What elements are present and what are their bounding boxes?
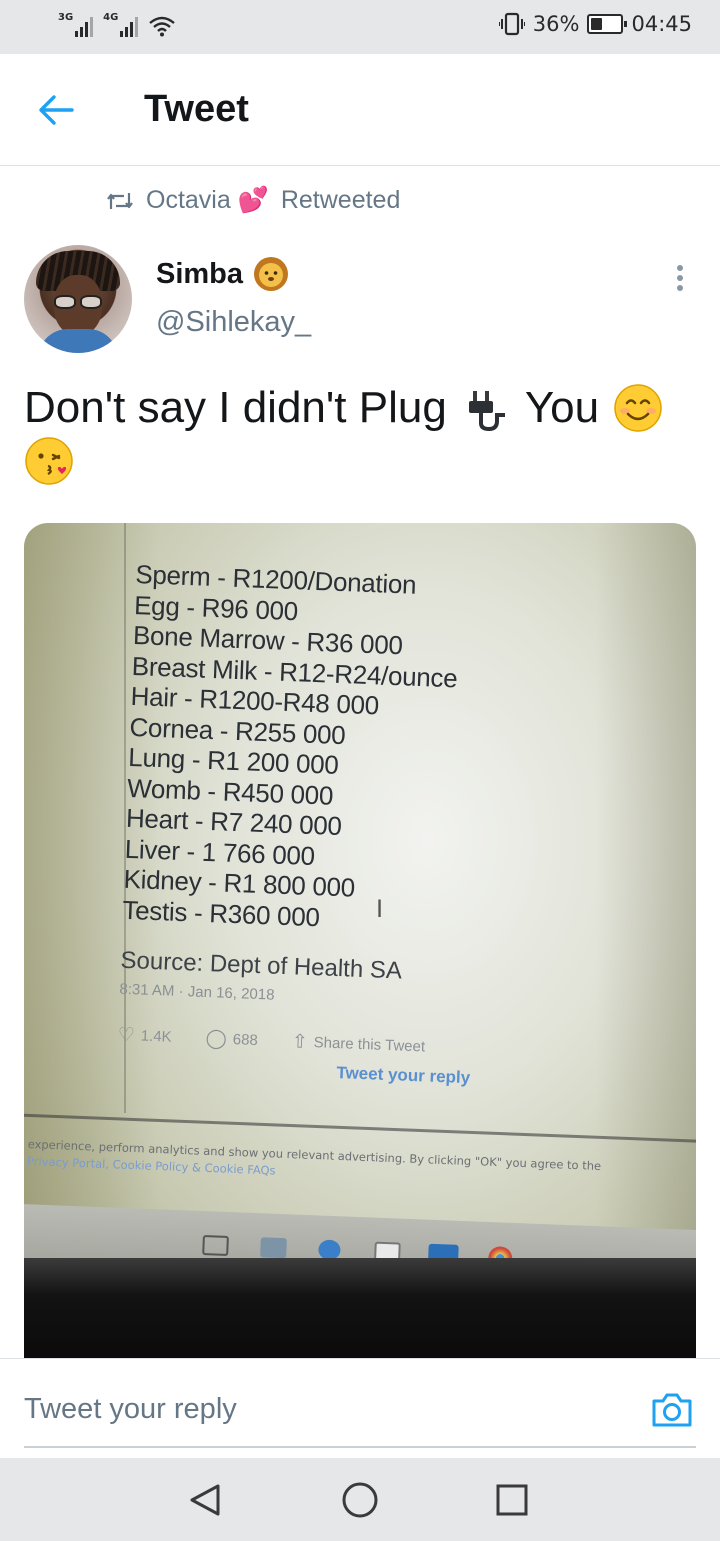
kissing-face-emoji [25, 437, 73, 485]
retweeted-by: Octavia 💕 [146, 186, 269, 214]
wifi-icon [149, 16, 176, 37]
avatar[interactable] [24, 245, 132, 353]
share-icon: ⇧ [291, 1031, 309, 1053]
app-header: Tweet [0, 54, 720, 166]
network-indicators: 3G 4G [58, 13, 176, 37]
network-type-label: 4G [103, 12, 119, 23]
lion-face-emoji [254, 257, 289, 291]
author-name-row[interactable]: Simba [156, 256, 289, 292]
smiling-face-emoji [614, 384, 662, 432]
status-bar: 3G 4G 36% 04:45 [0, 0, 720, 54]
photo-replies: ◯ 688 [205, 1028, 259, 1050]
page-title: Tweet [144, 88, 249, 130]
comment-icon: ◯ [205, 1028, 228, 1050]
signal-3g: 3G [58, 12, 94, 37]
vibrate-icon [498, 12, 525, 36]
tweet-text-part2: You [524, 383, 600, 432]
tweet-media-photo[interactable]: Sperm - R1200/Donation Egg - R96 000 Bone … [24, 523, 696, 1358]
retweet-context[interactable]: Octavia 💕 Retweeted [106, 186, 400, 215]
tweet-text: Don't say I didn't Plug You [24, 380, 700, 486]
nav-recents-icon[interactable] [490, 1478, 534, 1522]
heart-icon: ♡ [117, 1024, 136, 1047]
status-right: 36% 04:45 [498, 12, 692, 36]
photo-likes: ♡ 1.4K [117, 1024, 172, 1047]
retweeted-label: Retweeted [280, 186, 401, 214]
back-arrow-icon[interactable] [34, 90, 78, 130]
signal-4g: 4G [103, 12, 139, 37]
nav-back-icon[interactable] [184, 1478, 228, 1522]
price-list: Sperm - R1200/Donation Egg - R96 000 Bone … [122, 559, 596, 942]
network-type-label: 3G [58, 12, 74, 23]
nav-home-icon[interactable] [338, 1478, 382, 1522]
reply-input[interactable]: Tweet your reply [24, 1393, 237, 1426]
photo-share: ⇧ Share this Tweet [291, 1031, 426, 1056]
photo-tweet-content: Sperm - R1200/Donation Egg - R96 000 Bone … [116, 559, 595, 1092]
author-handle[interactable]: @Sihlekay_ [156, 306, 311, 339]
battery-icon [587, 14, 628, 34]
author-name: Simba [156, 257, 244, 290]
camera-icon[interactable] [650, 1389, 694, 1429]
tweet-text-part1: Don't say I didn't Plug [24, 383, 447, 432]
battery-fill [591, 18, 602, 30]
signal-bars-icon [75, 15, 94, 37]
battery-percent: 36% [532, 12, 580, 36]
text-cursor-icon: I [376, 895, 384, 923]
more-options-icon[interactable] [668, 262, 692, 294]
signal-bars-icon [120, 15, 139, 37]
reply-composer[interactable]: Tweet your reply [0, 1358, 720, 1458]
photo-actions: ♡ 1.4K ◯ 688 ⇧ Share this Tweet [117, 1024, 578, 1065]
clock: 04:45 [631, 12, 692, 36]
electric-plug-emoji [468, 391, 505, 432]
retweet-icon [107, 192, 133, 209]
system-nav-bar [0, 1458, 720, 1541]
